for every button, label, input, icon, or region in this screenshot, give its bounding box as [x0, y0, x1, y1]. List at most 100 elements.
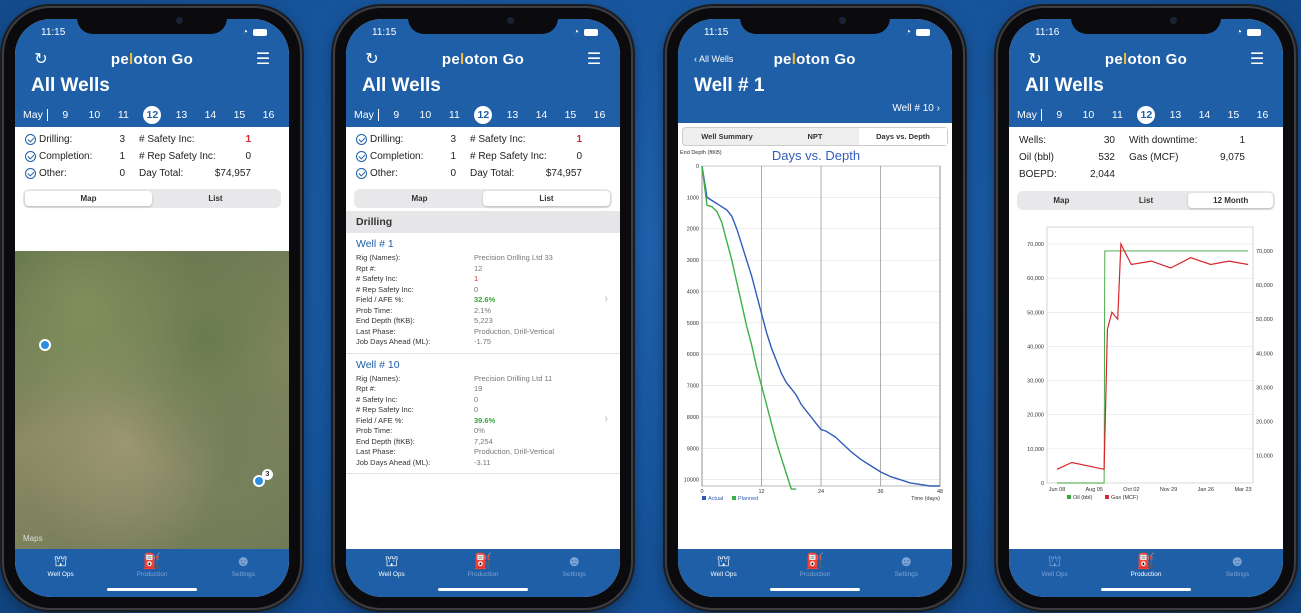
tab-bar: ⛫ Well Ops ⛽ Production ☻ Settings — [15, 549, 289, 597]
date-11[interactable]: 11 — [1103, 109, 1132, 121]
list-menu-icon[interactable]: ☰ — [584, 49, 604, 69]
legend-label: Gas (MCF) — [1111, 495, 1138, 501]
home-indicator — [438, 588, 528, 591]
production-chart[interactable]: 0 10,000 20,000 30,000 40,000 50,000 60,000 70,… — [1009, 213, 1283, 523]
date-10[interactable]: 10 — [411, 109, 440, 121]
refresh-icon[interactable]: ↻ — [362, 49, 382, 69]
refresh-icon[interactable]: ↻ — [1025, 49, 1045, 69]
seg-list[interactable]: List — [1104, 193, 1189, 208]
date-15[interactable]: 15 — [1219, 109, 1248, 121]
tab-bar: ⛫ Well Ops ⛽ Production ☻ Settings — [346, 549, 620, 597]
notch — [77, 8, 227, 34]
well-title[interactable]: Well # 10 — [356, 359, 610, 371]
seg-map[interactable]: Map — [25, 191, 152, 206]
seg-map[interactable]: Map — [1019, 193, 1104, 208]
seg-map[interactable]: Map — [356, 191, 483, 206]
date-12-selected[interactable]: 12 — [1137, 106, 1156, 124]
chevron-right-icon: › — [604, 413, 608, 426]
chart-title: Days vs. Depth — [772, 148, 860, 163]
month-label: May — [23, 109, 48, 121]
date-9[interactable]: 9 — [51, 109, 80, 121]
well-list-item[interactable]: Well # 1 Rig (Names): Precision Drilling L… — [346, 233, 620, 354]
date-strip: May 9 10 11 12 13 14 15 16 — [1009, 103, 1283, 127]
date-12-selected[interactable]: 12 — [143, 106, 162, 124]
back-button[interactable]: ‹ All Wells — [694, 54, 733, 64]
date-13[interactable]: 13 — [167, 109, 196, 121]
well-pin-icon[interactable] — [39, 339, 51, 351]
y-tick-label: 4000 — [687, 289, 699, 295]
days-vs-depth-chart[interactable]: Days vs. Depth End Depth (ftKB) 0 1000 2000 3… — [678, 146, 952, 526]
well-list-item[interactable]: Well # 10 Rig (Names): Precision Drilling … — [346, 354, 620, 474]
date-13[interactable]: 13 — [1161, 109, 1190, 121]
seg-list[interactable]: List — [152, 191, 279, 206]
seg-list[interactable]: List — [483, 191, 610, 206]
check-icon[interactable] — [356, 134, 367, 145]
tab-well-ops[interactable]: ⛫ Well Ops — [1009, 553, 1100, 597]
screen-production: 11:16 ◔ ↻ peloton Go ☰ All Wells May 9 1… — [1009, 19, 1283, 597]
well-field-row: # Safety Inc: 0 — [356, 394, 479, 404]
y-tick-label: 10000 — [684, 478, 699, 484]
check-icon[interactable] — [25, 134, 36, 145]
y-tick-label: 0 — [696, 164, 699, 170]
date-16[interactable]: 16 — [254, 109, 283, 121]
refresh-icon[interactable]: ↻ — [31, 49, 51, 69]
tab-well-ops[interactable]: ⛫ Well Ops — [346, 553, 437, 597]
well-field-row: # Safety Inc: 1 — [356, 274, 479, 283]
date-15[interactable]: 15 — [556, 109, 585, 121]
x-tick-label: Jan 26 — [1198, 487, 1215, 493]
tab-well-summary[interactable]: Well Summary — [683, 128, 771, 145]
date-16[interactable]: 16 — [1248, 109, 1277, 121]
x-tick-label: Jun 08 — [1049, 487, 1066, 493]
date-11[interactable]: 11 — [440, 109, 469, 121]
date-13[interactable]: 13 — [498, 109, 527, 121]
tab-well-ops[interactable]: ⛫ Well Ops — [678, 553, 769, 597]
wifi-icon: ◔ — [241, 26, 248, 38]
list-menu-icon[interactable]: ☰ — [253, 49, 273, 69]
check-icon[interactable] — [25, 151, 36, 162]
next-well-button[interactable]: Well # 10 › — [678, 103, 952, 123]
date-14[interactable]: 14 — [527, 109, 556, 121]
tab-days-vs-depth[interactable]: Days vs. Depth — [859, 128, 947, 145]
well-field-row: Rpt #: 12 — [356, 263, 483, 273]
tab-settings[interactable]: ☻ Settings — [861, 553, 952, 597]
date-14[interactable]: 14 — [1190, 109, 1219, 121]
x-tick-label: 12 — [758, 489, 764, 495]
wifi-icon: ◔ — [904, 26, 911, 38]
summary-panel: Drilling: 3 # Safety Inc: 1 Completion: … — [15, 127, 289, 186]
legend-swatch — [702, 496, 706, 500]
date-11[interactable]: 11 — [109, 109, 138, 121]
y-tick-label: 0 — [1041, 481, 1044, 487]
tab-bar: ⛫ Well Ops ⛽ Production ☻ Settings — [1009, 549, 1283, 597]
nav-bar: ‹ All Wells peloton Go — [678, 45, 952, 73]
well-title[interactable]: Well # 1 — [356, 238, 610, 250]
pumpjack-icon: ⛽ — [473, 553, 493, 570]
date-15[interactable]: 15 — [225, 109, 254, 121]
page-title: All Wells — [31, 75, 110, 96]
date-9[interactable]: 9 — [1045, 109, 1074, 121]
tab-well-ops[interactable]: ⛫ Well Ops — [15, 553, 106, 597]
battery-icon — [1247, 28, 1261, 36]
x-axis-label: Time (days) — [911, 496, 940, 502]
date-16[interactable]: 16 — [585, 109, 614, 121]
cluster-count-badge[interactable]: 3 — [262, 469, 273, 480]
tab-npt[interactable]: NPT — [771, 128, 859, 145]
well-field-row: Field / AFE %: 32.6% — [356, 295, 496, 304]
satellite-map[interactable]: 3 Maps — [15, 251, 289, 549]
list-menu-icon[interactable]: ☰ — [1247, 49, 1267, 69]
date-10[interactable]: 10 — [80, 109, 109, 121]
check-icon[interactable] — [356, 168, 367, 179]
tab-settings[interactable]: ☻ Settings — [529, 553, 620, 597]
tab-settings[interactable]: ☻ Settings — [1192, 553, 1283, 597]
well-field-row: End Depth (ftKB): 5,223 — [356, 316, 493, 325]
date-10[interactable]: 10 — [1074, 109, 1103, 121]
page-title: All Wells — [362, 75, 441, 96]
date-9[interactable]: 9 — [382, 109, 411, 121]
seg-12-month[interactable]: 12 Month — [1188, 193, 1274, 208]
legend-swatch — [1105, 495, 1109, 499]
check-icon[interactable] — [25, 168, 36, 179]
date-14[interactable]: 14 — [196, 109, 225, 121]
check-icon[interactable] — [356, 151, 367, 162]
date-12-selected[interactable]: 12 — [474, 106, 493, 124]
tab-settings[interactable]: ☻ Settings — [198, 553, 289, 597]
rig-icon: ⛫ — [1047, 553, 1062, 570]
